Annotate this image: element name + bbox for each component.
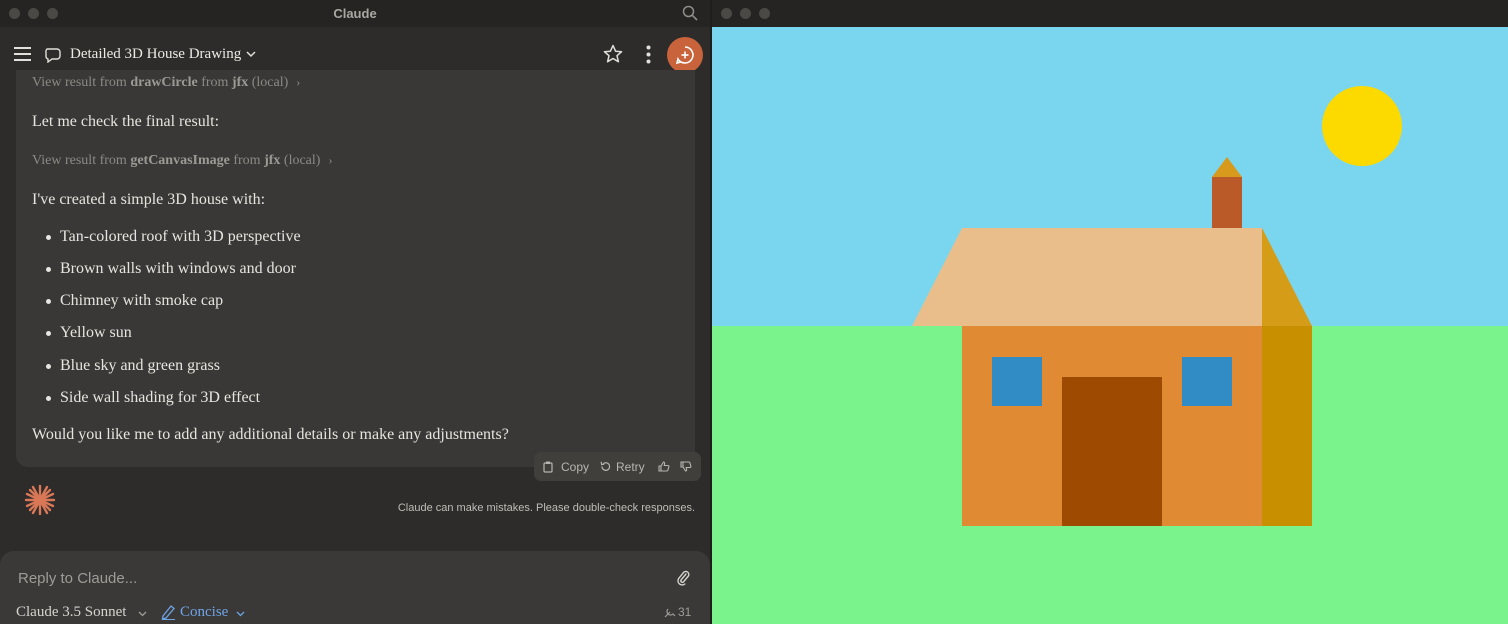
tool-name: drawCircle [130,75,198,90]
tools-icon [664,608,676,618]
tool-result-getcanvasimage[interactable]: View result from getCanvasImage from jfx… [32,153,332,169]
chimney [1212,177,1242,228]
more-icon[interactable] [646,45,651,64]
model-selector[interactable]: Claude 3.5 Sonnet [16,604,126,621]
message-text: Would you like me to add any additional … [32,426,509,443]
retry-icon[interactable] [600,461,611,472]
door [1062,377,1162,526]
list-item: Tan-colored roof with 3D perspective [60,228,301,245]
paperclip-icon[interactable] [676,569,690,586]
roof [912,228,1262,326]
canvas-window [712,0,1508,624]
list-item: Side wall shading for 3D effect [60,389,261,406]
window-controls [721,8,770,19]
tool-result-from: from [229,153,265,168]
bullet-dot [46,396,51,401]
message-actions: Copy Retry [534,452,701,481]
retry-button[interactable]: Retry [616,460,645,474]
tool-result-suffix: (local) [280,153,321,168]
window-left [992,357,1042,406]
composer: Claude 3.5 Sonnet Concise 31 [0,551,710,624]
style-selector[interactable]: Concise [180,604,228,621]
bullet-dot [46,364,51,369]
minimize-window-button[interactable] [740,8,751,19]
chevron-down-icon[interactable] [138,611,147,617]
message-text: Let me check the final result: [32,113,220,130]
drawing-canvas [712,27,1508,624]
tool-result-suffix: (local) [248,75,289,90]
copy-button[interactable]: Copy [561,460,589,474]
bullet-dot [46,267,51,272]
side-wall [1262,326,1312,526]
claude-spark-icon [24,484,56,516]
zoom-window-button[interactable] [759,8,770,19]
list-item: Chimney with smoke cap [60,292,224,309]
message-text: I've created a simple 3D house with: [32,191,266,208]
chat-title[interactable]: Detailed 3D House Drawing [70,46,241,63]
bullet-dot [46,235,51,240]
tool-name: getCanvasImage [130,153,230,168]
chevron-right-icon: › [328,153,333,167]
tool-result-drawcircle[interactable]: View result from drawCircle from jfx (lo… [32,75,300,91]
bullet-dot [46,299,51,304]
tool-server: jfx [264,153,281,168]
list-item: Brown walls with windows and door [60,260,296,277]
tool-result-prefix: View result from [32,75,131,90]
new-chat-button[interactable] [667,37,703,73]
disclaimer-text: Claude can make mistakes. Please double-… [397,502,695,514]
chevron-right-icon: › [296,75,301,89]
chat-icon [45,48,61,63]
claude-window: Claude Detailed 3D House Drawing View re… [0,0,710,624]
tools-count[interactable]: 31 [664,605,691,619]
list-item: Blue sky and green grass [60,357,220,374]
sun [1322,86,1402,166]
close-window-button[interactable] [721,8,732,19]
style-pen-icon[interactable] [161,604,176,620]
title-bar: Claude [0,0,710,27]
thumbs-down-icon[interactable] [680,461,692,472]
tools-count-label: 31 [678,605,692,619]
new-chat-icon [675,46,694,65]
chevron-down-icon[interactable] [236,611,245,617]
menu-icon[interactable] [14,47,31,61]
list-item: Yellow sun [60,324,132,341]
copy-icon[interactable] [543,461,553,473]
reply-input[interactable] [16,564,660,592]
bullet-dot [46,331,51,336]
search-icon[interactable] [682,5,698,21]
app-title: Claude [333,6,377,21]
thumbs-up-icon[interactable] [658,461,670,472]
window-right [1182,357,1232,406]
tool-result-from: from [197,75,232,90]
star-icon[interactable] [603,44,623,64]
tool-result-prefix: View result from [32,153,131,168]
chevron-down-icon[interactable] [246,51,256,58]
tool-server: jfx [231,75,249,90]
